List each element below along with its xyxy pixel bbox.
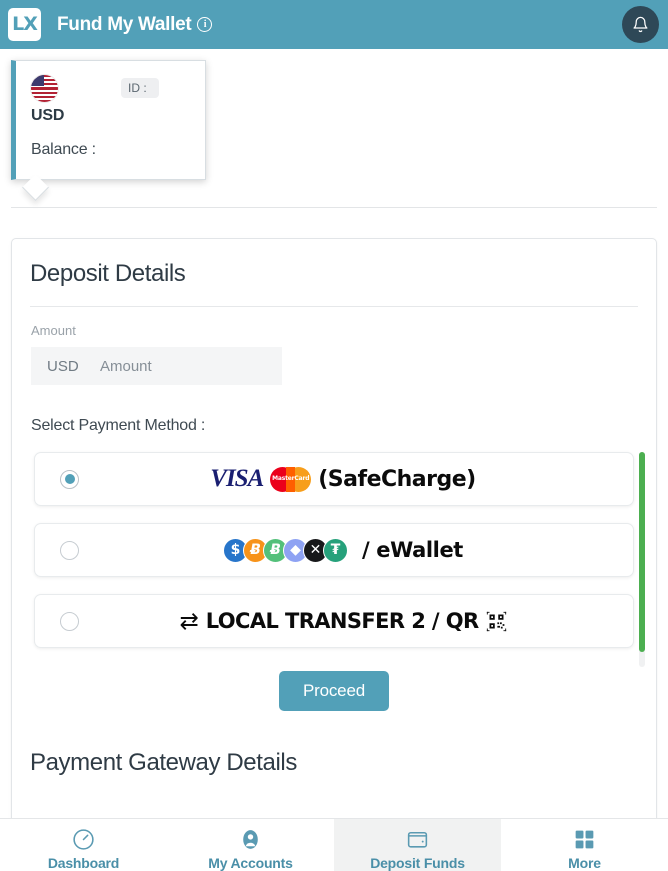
bottom-navigation: Dashboard My Accounts Deposit Funds More [0, 818, 668, 871]
payment-method-local-transfer-2-label: LOCAL TRANSFER 2 / QR [205, 609, 479, 633]
payment-method-local-transfer-2-body: ⇄ LOCAL TRANSFER 2 / QR [79, 609, 633, 633]
account-id-badge: ID : [121, 78, 159, 98]
nav-label-more: More [568, 855, 601, 871]
info-icon[interactable]: i [197, 17, 213, 32]
app-root: LX Fund My Wallet i ID : USD Balance : D… [0, 0, 668, 871]
deposit-details-title: Deposit Details [30, 260, 186, 287]
payment-method-ewallet[interactable]: $ Ƀ Ƀ ◆ ✕ ₮ / eWallet [34, 523, 634, 577]
radio-local-transfer-2[interactable] [60, 611, 79, 631]
amount-input[interactable]: Amount [100, 358, 152, 375]
payment-method-local-transfer-2[interactable]: ⇄ LOCAL TRANSFER 2 / QR [34, 594, 634, 648]
mastercard-icon: MasterCard [270, 466, 312, 492]
grid-icon [575, 830, 594, 849]
account-card[interactable]: ID : USD Balance : [11, 60, 206, 180]
account-card-top: ID : [31, 75, 191, 102]
person-icon [243, 830, 258, 849]
nav-item-dashboard[interactable]: Dashboard [0, 819, 167, 871]
payment-method-safecharge-body: VISA MasterCard (SafeCharge) [79, 465, 633, 493]
us-flag-icon [31, 75, 58, 102]
lx-logo[interactable]: LX [8, 8, 41, 41]
tether-icon: ₮ [323, 537, 349, 563]
nav-label-dashboard: Dashboard [47, 855, 120, 871]
payment-method-ewallet-label: / eWallet [362, 538, 463, 562]
amount-input-group[interactable]: USD Amount [31, 347, 282, 385]
select-payment-method-label: Select Payment Method : [31, 417, 206, 434]
nav-item-deposit-funds[interactable]: Deposit Funds [334, 819, 501, 871]
transfer-arrows-icon: ⇄ [179, 607, 199, 634]
method-list-scrollbar-thumb[interactable] [639, 452, 645, 652]
notification-bell-button[interactable] [622, 6, 659, 43]
amount-currency-prefix: USD [47, 357, 79, 375]
panel-rule [30, 306, 638, 307]
proceed-row: Proceed [12, 671, 656, 711]
payment-method-list: VISA MasterCard (SafeCharge) $ Ƀ Ƀ ◆ ✕ ₮… [34, 452, 647, 667]
nav-label-deposit-funds: Deposit Funds [370, 855, 465, 871]
deposit-panel: Deposit Details Amount USD Amount Select… [11, 238, 657, 823]
payment-method-safecharge[interactable]: VISA MasterCard (SafeCharge) [34, 452, 634, 506]
nav-item-my-accounts[interactable]: My Accounts [167, 819, 334, 871]
radio-safecharge[interactable] [60, 469, 79, 489]
mastercard-icon-text: MasterCard [272, 474, 310, 482]
nav-item-more[interactable]: More [501, 819, 668, 871]
qr-code-icon [486, 611, 506, 631]
radio-ewallet[interactable] [60, 540, 79, 560]
lx-logo-text: LX [12, 13, 38, 35]
app-header: LX Fund My Wallet i [0, 0, 668, 49]
page-title-text: Fund My Wallet [57, 13, 192, 35]
speedometer-icon [73, 829, 94, 850]
amount-field-label: Amount [31, 323, 76, 338]
account-currency: USD [31, 107, 65, 124]
account-balance-label: Balance : [31, 141, 96, 158]
payment-method-safecharge-label: (SafeCharge) [318, 466, 476, 492]
crypto-coin-group: $ Ƀ Ƀ ◆ ✕ ₮ [223, 537, 349, 563]
bell-icon [633, 16, 648, 33]
nav-label-my-accounts: My Accounts [208, 855, 293, 871]
wallet-icon [407, 831, 428, 848]
payment-method-ewallet-body: $ Ƀ Ƀ ◆ ✕ ₮ / eWallet [79, 537, 633, 563]
visa-icon: VISA [210, 465, 264, 492]
proceed-button[interactable]: Proceed [279, 671, 389, 711]
page-title: Fund My Wallet i [57, 13, 213, 36]
section-divider [11, 207, 657, 208]
payment-gateway-details-title: Payment Gateway Details [30, 749, 297, 776]
